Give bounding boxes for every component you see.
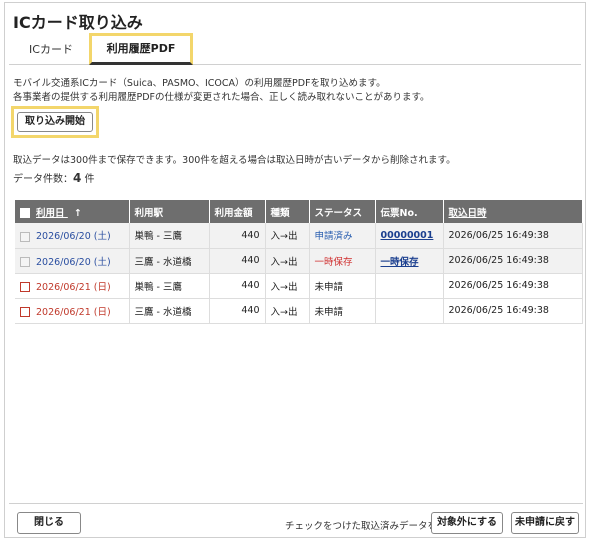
row-type: 入→出	[265, 298, 310, 324]
data-count: データ件数：4 件	[13, 170, 95, 185]
row-slip-link[interactable]: 00000001	[381, 230, 434, 241]
close-button[interactable]: 閉じる	[17, 512, 81, 534]
description-line-1: モバイル交通系ICカード（Suica、PASMO、ICOCA）の利用履歴PDFを…	[13, 78, 386, 89]
table-row: 2026/06/21 (日) 巣鴨 - 三鷹 440 入→出 未申請 2026/…	[15, 273, 583, 299]
row-slip-link[interactable]: 一時保存	[381, 257, 419, 268]
row-station: 三鷹 - 水道橋	[129, 248, 210, 274]
row-date: 2026/06/20 (土)	[36, 256, 111, 268]
row-type: 入→出	[265, 248, 310, 274]
data-count-unit: 件	[84, 174, 95, 185]
storage-note: 取込データは300件まで保存できます。300件を超える場合は取込日時が古いデータ…	[13, 155, 456, 166]
description: モバイル交通系ICカード（Suica、PASMO、ICOCA）の利用履歴PDFを…	[13, 77, 430, 105]
row-type: 入→出	[265, 223, 310, 249]
row-slip	[375, 298, 444, 324]
description-line-2: 各事業者の提供する利用履歴PDFの仕様が変更された場合、正しく読み取れないことが…	[13, 92, 430, 103]
header-date[interactable]: 利用日 ↑	[15, 200, 130, 223]
header-date-label: 利用日	[36, 207, 65, 219]
row-type: 入→出	[265, 273, 310, 299]
row-station: 巣鴨 - 三鷹	[129, 223, 210, 249]
row-checkbox[interactable]	[20, 231, 30, 242]
sort-ascending-icon: ↑	[73, 207, 82, 219]
table-row: 2026/06/20 (土) 三鷹 - 水道橋 440 入→出 一時保存 一時保…	[15, 248, 583, 274]
row-station: 巣鴨 - 三鷹	[129, 273, 210, 299]
row-checkbox[interactable]	[20, 307, 30, 317]
table-row: 2026/06/21 (日) 三鷹 - 水道橋 440 入→出 未申請 2026…	[15, 298, 583, 324]
row-date: 2026/06/21 (日)	[36, 281, 111, 293]
header-amount: 利用金額	[209, 200, 266, 223]
row-amount: 440	[209, 223, 266, 249]
row-status: 申請済み	[309, 223, 376, 249]
table-row: 2026/06/20 (土) 巣鴨 - 三鷹 440 入→出 申請済み 0000…	[15, 223, 583, 249]
row-station: 三鷹 - 水道橋	[129, 298, 210, 324]
row-imported-at: 2026/06/25 16:49:38	[443, 223, 583, 249]
data-count-label: データ件数：	[13, 174, 73, 185]
row-imported-at: 2026/06/25 16:49:38	[443, 298, 583, 324]
import-button-highlight: 取り込み開始	[11, 106, 99, 138]
row-amount: 440	[209, 298, 266, 324]
row-checkbox[interactable]	[20, 257, 30, 267]
row-imported-at: 2026/06/25 16:49:38	[443, 248, 583, 274]
dialog-window: ICカード取り込み ICカード 利用履歴PDF モバイル交通系ICカード（Sui…	[4, 2, 586, 538]
row-checkbox[interactable]	[20, 282, 30, 292]
revert-unapplied-button[interactable]: 未申請に戻す	[511, 512, 579, 534]
header-status: ステータス	[309, 200, 376, 223]
exclude-button[interactable]: 対象外にする	[431, 512, 503, 534]
row-date: 2026/06/21 (日)	[36, 306, 111, 318]
footer-bar: 閉じる チェックをつけた取込済みデータを 対象外にする 未申請に戻す	[9, 503, 583, 537]
header-station: 利用駅	[129, 200, 210, 223]
data-count-value: 4	[73, 171, 82, 185]
footer-instruction: チェックをつけた取込済みデータを	[285, 521, 438, 532]
row-date: 2026/06/20 (土)	[36, 231, 111, 243]
dialog-title: ICカード取り込み	[13, 13, 143, 32]
tab-ic-card[interactable]: ICカード	[17, 35, 85, 65]
row-status: 一時保存	[309, 248, 376, 274]
import-start-button[interactable]: 取り込み開始	[17, 112, 93, 132]
header-imported-at[interactable]: 取込日時	[443, 200, 583, 223]
table-header-row: 利用日 ↑ 利用駅 利用金額 種類 ステータス 伝票No. 取込日時	[15, 200, 583, 223]
row-imported-at: 2026/06/25 16:49:38	[443, 273, 583, 299]
usage-table: 利用日 ↑ 利用駅 利用金額 種類 ステータス 伝票No. 取込日時 2026/…	[15, 200, 583, 324]
row-amount: 440	[209, 273, 266, 299]
header-slip-no: 伝票No.	[375, 200, 444, 223]
row-slip	[375, 273, 444, 299]
tab-bar: ICカード 利用履歴PDF	[9, 33, 581, 65]
select-all-checkbox[interactable]	[20, 208, 30, 218]
row-status: 未申請	[309, 298, 376, 324]
tab-usage-history-pdf[interactable]: 利用履歴PDF	[89, 33, 193, 65]
header-type: 種類	[265, 200, 310, 223]
row-status: 未申請	[309, 273, 376, 299]
row-amount: 440	[209, 248, 266, 274]
